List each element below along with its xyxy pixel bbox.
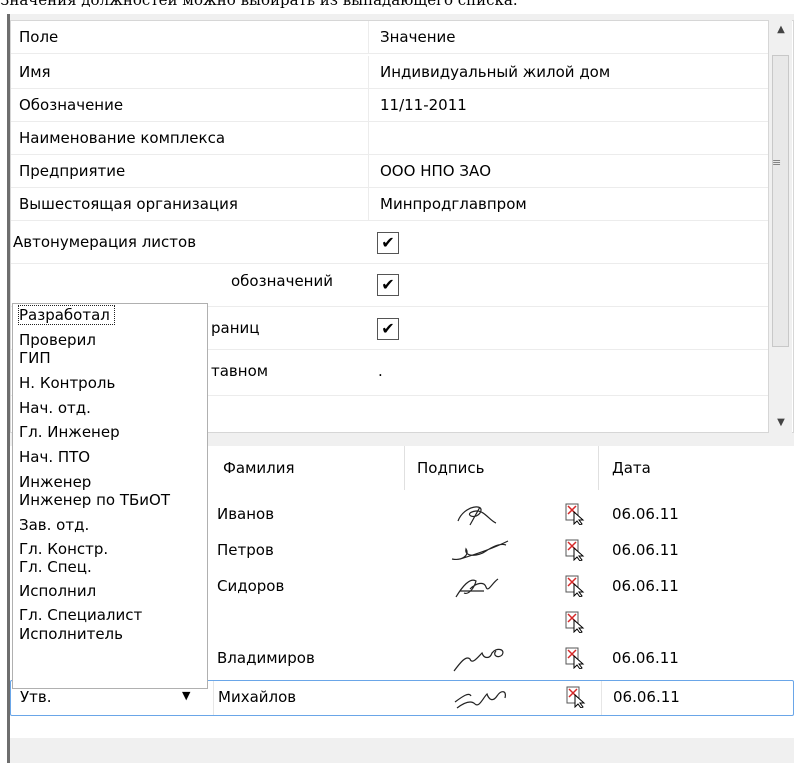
dropdown-option[interactable]: Нач. ПТО [19, 448, 90, 466]
property-grid-scrollbar[interactable]: ▲ ≡ ▼ [768, 20, 792, 433]
grip-icon: ≡ [772, 156, 782, 169]
dropdown-option[interactable]: Инженер [19, 473, 91, 491]
clear-signature-icon[interactable] [565, 647, 585, 669]
dropdown-option[interactable]: Гл. Специалист [19, 606, 142, 624]
date-cell[interactable]: 06.06.11 [612, 649, 679, 667]
property-name: Наименование комплекса [19, 129, 226, 147]
property-row[interactable]: Имя Индивидуальный жилой дом [11, 56, 771, 89]
property-value[interactable]: . [378, 362, 383, 380]
surname-cell[interactable]: Владимиров [217, 649, 315, 667]
dropdown-option[interactable]: Гл. Инженер [19, 423, 120, 441]
property-row[interactable]: Автонумерация листов ✔ [11, 221, 771, 264]
check-icon[interactable]: ✔ [377, 274, 399, 296]
dropdown-option[interactable]: Гл. Спец. [19, 558, 92, 576]
signature-image [455, 578, 499, 598]
dropdown-option[interactable]: Разработал [18, 305, 115, 325]
property-name: Предприятие [19, 162, 126, 180]
column-header-signature[interactable]: Подпись [417, 446, 484, 490]
property-value[interactable]: Минпродглавпром [380, 195, 527, 213]
date-cell[interactable]: 06.06.11 [613, 688, 680, 706]
property-name-fragment: раниц [211, 319, 260, 337]
column-header-date[interactable]: Дата [612, 446, 651, 490]
chevron-down-icon[interactable]: ▼ [182, 689, 190, 702]
property-name-fragment: обозначений [231, 272, 333, 290]
position-dropdown-list[interactable]: Разработал Проверил ГИП Н. Контроль Нач.… [12, 303, 208, 689]
date-cell[interactable]: 06.06.11 [612, 505, 679, 523]
header-field: Поле [19, 28, 59, 46]
property-name: Обозначение [19, 96, 124, 114]
property-value[interactable]: Индивидуальный жилой дом [380, 63, 610, 81]
clear-signature-icon[interactable] [565, 539, 585, 561]
property-grid-header: Поле Значение [11, 21, 771, 54]
property-value[interactable]: ООО НПО ЗАО [380, 162, 491, 180]
dropdown-option[interactable]: Исполнитель [19, 625, 123, 643]
signature-image [454, 691, 506, 709]
date-cell[interactable]: 06.06.11 [612, 577, 679, 595]
surname-cell[interactable]: Сидоров [217, 577, 284, 595]
check-icon[interactable]: ✔ [377, 318, 399, 340]
property-row[interactable]: Обозначение 11/11-2011 [11, 89, 771, 122]
dialog-bottom-bar [10, 738, 794, 763]
property-name: Имя [19, 63, 51, 81]
surname-cell[interactable]: Петров [217, 541, 274, 559]
surname-cell[interactable]: Михайлов [218, 688, 296, 706]
property-row[interactable]: обозначений ✔ [11, 264, 771, 307]
clear-signature-icon[interactable] [566, 686, 586, 708]
dropdown-option[interactable]: Гл. Констр. [19, 540, 108, 558]
dropdown-option[interactable]: Н. Контроль [19, 374, 115, 392]
property-name: Автонумерация листов [13, 233, 197, 251]
property-row[interactable]: Предприятие ООО НПО ЗАО [11, 155, 771, 188]
surname-cell[interactable]: Иванов [217, 505, 274, 523]
check-icon[interactable]: ✔ [377, 232, 399, 254]
signature-image [453, 648, 504, 672]
dropdown-option[interactable]: Нач. отд. [19, 399, 91, 417]
scroll-thumb[interactable] [772, 55, 789, 347]
header-value: Значение [380, 28, 456, 46]
column-header-surname[interactable]: Фамилия [223, 446, 295, 490]
clear-signature-icon[interactable] [565, 503, 585, 525]
position-combobox-value: Утв. [20, 688, 52, 706]
signature-image [451, 540, 509, 560]
property-value[interactable]: 11/11-2011 [380, 96, 467, 114]
property-name-fragment: тавном [211, 362, 269, 380]
date-cell[interactable]: 06.06.11 [612, 541, 679, 559]
clear-signature-icon[interactable] [565, 575, 585, 597]
property-row[interactable]: Вышестоящая организация Минпродглавпром [11, 188, 771, 221]
property-row[interactable]: Наименование комплекса [11, 122, 771, 155]
dropdown-option[interactable]: Проверил [19, 331, 96, 349]
dropdown-option[interactable]: Инженер по ТБиОТ [19, 491, 170, 509]
property-name: Вышестоящая организация [19, 195, 238, 213]
page-caption: Значения должностей можно выбирать из вы… [0, 0, 518, 9]
signature-image [457, 506, 497, 526]
dropdown-option[interactable]: Зав. отд. [19, 516, 89, 534]
scroll-down-icon[interactable]: ▼ [769, 413, 793, 433]
dropdown-option[interactable]: ГИП [19, 349, 51, 367]
dropdown-option[interactable]: Исполнил [19, 582, 96, 600]
scroll-up-icon[interactable]: ▲ [769, 20, 793, 40]
clear-signature-icon[interactable] [565, 611, 585, 633]
